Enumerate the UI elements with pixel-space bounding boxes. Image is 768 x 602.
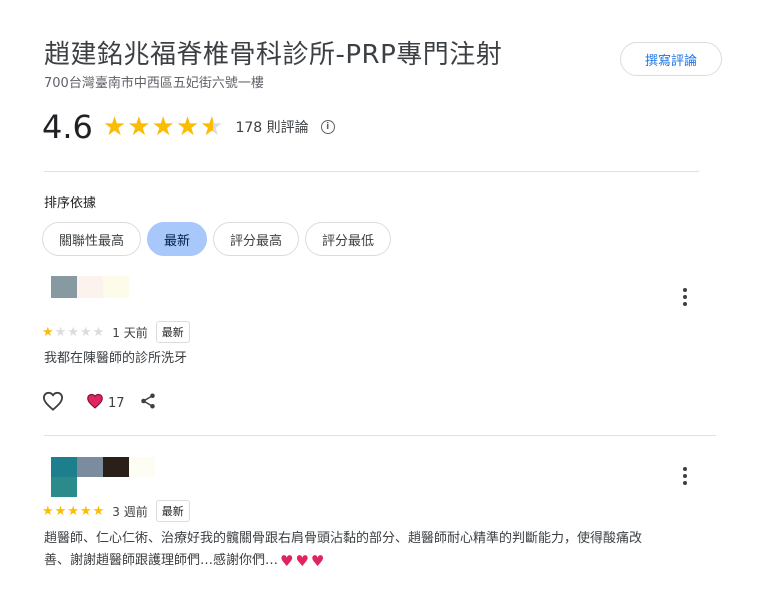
review-tag: 最新 [155,500,190,522]
sort-chip-highest[interactable]: 評分最高 [213,222,300,256]
review-meta: ★ ★ ★ ★ ★ 1 天前 最新 [42,321,190,343]
review-text: 趙醫師、仁心仁術、治療好我的髖關骨跟右肩骨頭沾黏的部分、趙醫師耐心精準的判斷能力… [44,528,704,572]
review-stars: ★ ★ ★ ★ ★ [42,505,104,518]
star-icon: ★ [92,503,105,519]
rating-stars: ★ ★ ★ ★ ★ [103,114,224,140]
like-count: 17 [108,395,125,411]
avatar-pixel [103,457,129,477]
heart-emoji-icon: ♥ [280,552,294,570]
star-icon: ★ [54,503,67,519]
star-icon: ★ [67,503,79,519]
heart-filled-icon[interactable] [86,393,104,413]
avatar-pixel [103,276,129,298]
avatar-pixel [51,457,77,477]
divider [44,171,699,172]
heart-outline-icon[interactable] [42,391,64,415]
info-icon[interactable]: i [320,120,335,134]
more-vert-icon[interactable] [682,467,688,485]
review-text-segment: 善、謝謝趙醫師跟護理師們…感謝你們… [44,553,279,568]
star-half-icon: ★ [200,114,223,140]
star-icon: ★ [42,324,54,340]
review-tag: 最新 [155,321,190,343]
sort-chip-relevance[interactable]: 關聯性最高 [42,222,142,256]
review-time: 1 天前 [112,325,148,340]
place-address: 700台灣臺南市中西區五妃街六號一樓 [44,76,264,91]
review-time: 3 週前 [112,504,148,519]
sort-label: 排序依據 [44,196,97,211]
sort-chip-lowest[interactable]: 評分最低 [305,222,392,256]
avatar-pixel [77,276,103,298]
star-icon: ★ [42,503,54,519]
review-text-line: 善、謝謝趙醫師跟護理師們…感謝你們… ♥ ♥ ♥ [44,550,704,572]
review-text-line: 趙醫師、仁心仁術、治療好我的髖關骨跟右肩骨頭沾黏的部分、趙醫師耐心精準的判斷能力… [44,531,643,546]
star-icon: ★ [54,324,67,340]
avatar-pixel [129,457,155,477]
review-meta: ★ ★ ★ ★ ★ 3 週前 最新 [42,500,190,522]
star-icon: ★ [79,503,92,519]
review-count: 178 則評論 [235,120,309,136]
share-icon[interactable] [139,392,157,414]
more-vert-icon[interactable] [682,288,688,306]
star-icon: ★ [79,324,92,340]
avatar-pixel [77,457,103,477]
sort-chip-newest[interactable]: 最新 [147,222,208,256]
star-icon: ★ [67,324,79,340]
star-icon: ★ [151,112,175,142]
review-actions: 17 [42,391,157,415]
avatar-pixel [51,276,77,298]
rating-summary: 4.6 ★ ★ ★ ★ ★ 178 則評論 i [42,108,335,146]
rating-value: 4.6 [42,108,93,146]
avatar-pixel [51,477,77,497]
write-review-button[interactable]: 撰寫評論 [620,42,722,76]
review-stars: ★ ★ ★ ★ ★ [42,326,104,339]
sort-chips: 關聯性最高 最新 評分最高 評分最低 [42,222,392,256]
star-icon: ★ [102,112,127,142]
star-icon: ★ [127,112,151,142]
star-icon: ★ [175,112,200,142]
review-text: 我都在陳醫師的診所洗牙 [44,351,188,366]
divider [44,435,716,436]
star-icon: ★ [92,324,105,340]
reviewer-avatar[interactable] [51,276,129,298]
reviewer-avatar[interactable] [51,457,155,497]
heart-emoji-icon: ♥ [295,552,309,570]
place-title: 趙建銘兆福脊椎骨科診所-PRP專門注射 [44,40,503,70]
heart-emoji-icon: ♥ [310,552,325,570]
